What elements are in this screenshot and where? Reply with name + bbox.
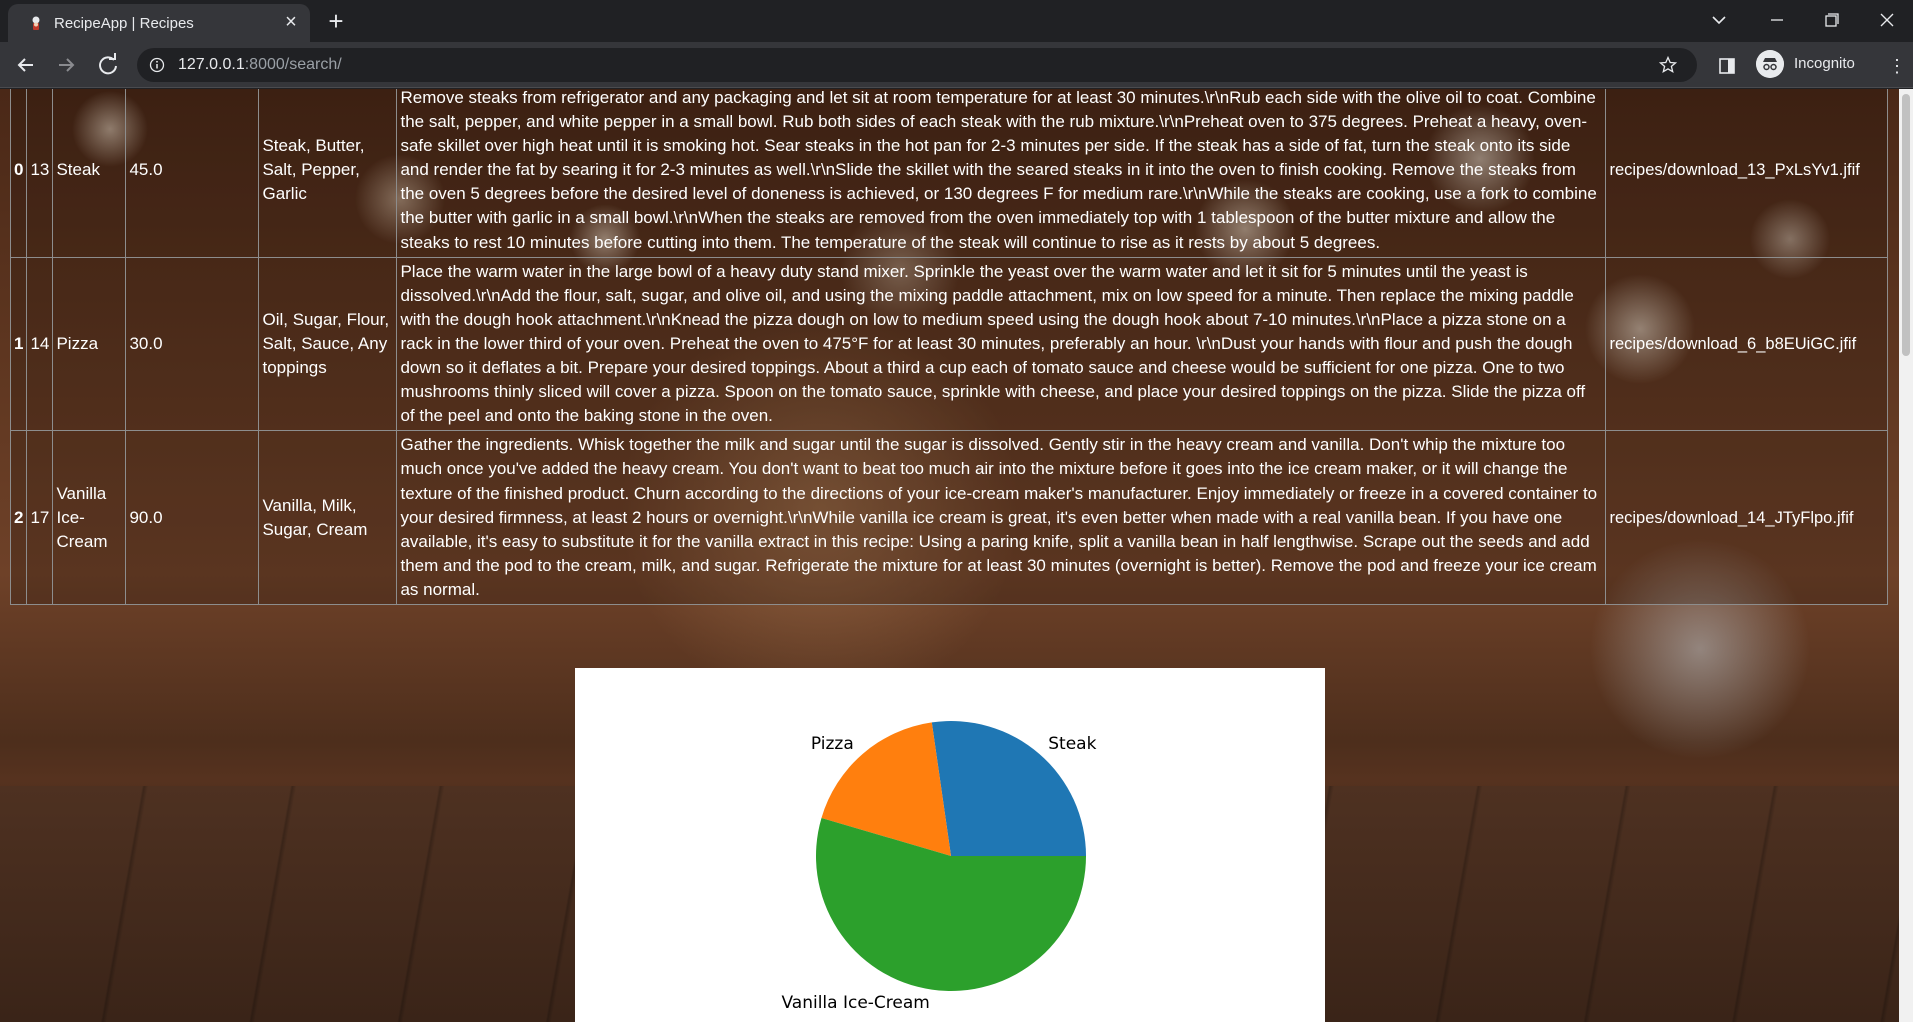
row-index: 1 [9,256,28,432]
table-row: 1 14 Pizza 30.0 Oil, Sugar, Flour, Salt,… [9,256,1889,432]
tab-search-icon[interactable] [1702,5,1736,35]
chef-icon [32,16,40,30]
recipe-name: Pizza [52,256,127,432]
cooking-time: 45.0 [125,89,260,258]
incognito-label: Incognito [1794,55,1855,72]
image-path: recipes/download_13_PxLsYv1.jfif [1605,89,1889,258]
browser-tab[interactable]: RecipeApp | Recipes × [8,4,310,42]
image-path: recipes/download_14_JTyFlpo.jfif [1605,430,1889,605]
info-icon[interactable] [149,57,165,73]
table-row: 0 13 Steak 45.0 Steak, Butter, Salt, Pep… [9,89,1889,258]
vertical-scrollbar[interactable] [1899,89,1913,1022]
back-arrow-icon[interactable] [10,49,42,81]
pie-label: Vanilla Ice-Cream [781,993,929,1013]
close-tab-icon[interactable]: × [280,11,302,33]
kebab-menu-icon[interactable]: ⋮ [1888,57,1906,75]
tab-strip: RecipeApp | Recipes × + [0,0,1913,42]
recipe-id: 13 [26,89,54,258]
url-path: :8000/search/ [244,56,342,73]
image-path: recipes/download_6_b8EUiGC.jfif [1605,256,1889,432]
pie-chart: Steak Pizza Vanilla Ice-Cream [575,668,1325,1022]
close-window-icon[interactable] [1870,5,1904,35]
ingredients: Steak, Butter, Salt, Pepper, Garlic [258,89,398,258]
row-index: 2 [9,430,28,605]
cooking-time: 30.0 [125,256,260,432]
row-index: 0 [9,89,28,258]
ingredients: Oil, Sugar, Flour, Salt, Sauce, Any topp… [258,256,398,432]
instructions: Gather the ingredients. Whisk together t… [396,430,1607,605]
pie-label: Pizza [811,734,854,754]
recipes-table: 0 13 Steak 45.0 Steak, Butter, Salt, Pep… [9,89,1889,605]
url-host: 127.0.0.1 [178,56,245,73]
recipe-id: 17 [26,430,54,605]
pie-chart-canvas: Steak Pizza Vanilla Ice-Cream [781,721,1097,1013]
ingredients: Vanilla, Milk, Sugar, Cream [258,430,398,605]
reload-icon[interactable] [92,49,124,81]
address-bar[interactable]: 127.0.0.1:8000/search/ [137,48,1697,82]
restore-icon[interactable] [1815,5,1849,35]
browser-toolbar: 127.0.0.1:8000/search/ Incognito ⋮ [0,42,1913,88]
side-panel-icon[interactable] [1718,57,1736,75]
incognito-icon [1756,50,1784,78]
instructions: Remove steaks from refrigerator and any … [396,89,1607,258]
instructions: Place the warm water in the large bowl o… [396,256,1607,432]
recipe-name: Vanilla Ice-Cream [52,430,127,605]
page-viewport: 0 13 Steak 45.0 Steak, Butter, Salt, Pep… [0,89,1899,1022]
star-icon[interactable] [1659,56,1677,74]
url-text: 127.0.0.1:8000/search/ [178,56,342,74]
incognito-button[interactable]: Incognito [1754,48,1882,80]
pie-label: Steak [1048,734,1096,754]
scrollbar-thumb[interactable] [1902,94,1910,356]
minimize-icon[interactable] [1760,5,1794,35]
cooking-time: 90.0 [125,430,260,605]
tab-title: RecipeApp | Recipes [54,15,194,32]
recipe-id: 14 [26,256,54,432]
table-row: 2 17 Vanilla Ice-Cream 90.0 Vanilla, Mil… [9,430,1889,605]
recipe-name: Steak [52,89,127,258]
forward-arrow-icon[interactable] [50,49,82,81]
new-tab-icon[interactable]: + [322,8,350,36]
